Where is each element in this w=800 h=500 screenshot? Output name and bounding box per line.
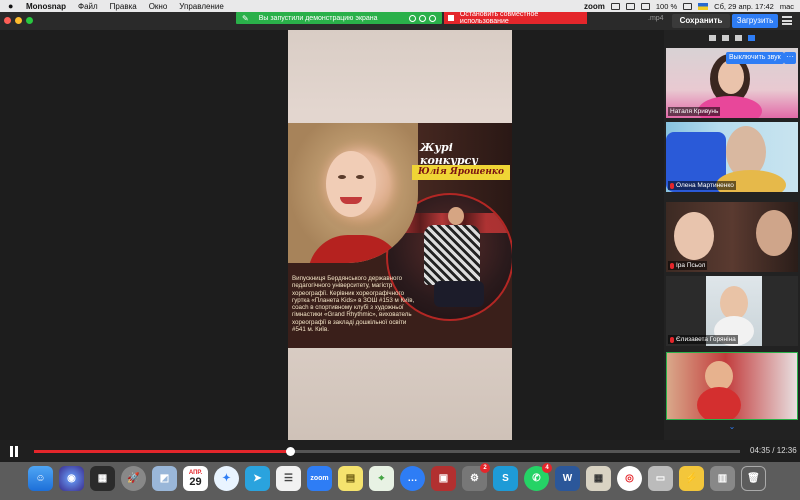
stop-share-button[interactable]: Остановить совместное использование — [444, 11, 587, 25]
safari-icon[interactable]: ✦ — [214, 466, 239, 491]
notification-badge: 2 — [480, 463, 490, 473]
battery-percent: 100 % — [655, 1, 678, 11]
participant-name: Іра Псьол — [668, 261, 708, 270]
view-option-1-icon[interactable] — [709, 35, 716, 41]
reminders-icon[interactable]: ☰ — [276, 466, 301, 491]
seek-progress — [34, 450, 290, 453]
window-controls — [4, 17, 33, 24]
more-options-button[interactable]: ··· — [784, 52, 796, 64]
menu-edit[interactable]: Правка — [110, 2, 137, 11]
pause-icon[interactable] — [10, 446, 20, 457]
system-preferences-icon[interactable]: ⚙ 2 — [462, 463, 490, 491]
menu-bar: ● Monosnap Файл Правка Окно Управление z… — [0, 0, 800, 12]
save-button[interactable]: Сохранить — [672, 14, 730, 28]
share-controls — [409, 14, 436, 22]
launchpad-icon[interactable]: 🚀 — [121, 466, 146, 491]
mic-muted-icon — [670, 182, 674, 189]
seek-handle[interactable] — [285, 447, 295, 456]
clock[interactable]: Сб, 29 апр. 17:42 — [714, 2, 774, 11]
word-icon[interactable]: W — [555, 466, 580, 491]
preview-icon[interactable]: ◩ — [152, 466, 177, 491]
input-flag-icon[interactable] — [698, 2, 709, 10]
mic-muted-icon — [670, 262, 674, 269]
skype-icon[interactable]: S — [493, 466, 518, 491]
participants-panel: Выключить звук ··· Наталя Кривунь Олена … — [664, 30, 800, 440]
image-capture-icon[interactable]: ▭ — [648, 466, 673, 491]
view-option-3-icon[interactable] — [735, 35, 742, 41]
minimize-window-button[interactable] — [15, 17, 22, 24]
participant-name: Олена Мартиненко — [668, 181, 736, 190]
participant-tile[interactable]: Єлизавета Горяніна — [666, 276, 798, 346]
app-menu[interactable]: Monosnap — [26, 2, 66, 11]
menu-window[interactable]: Окно — [149, 2, 168, 11]
menu-control[interactable]: Управление — [179, 2, 223, 11]
participant-tile[interactable]: Іра Псьол — [666, 202, 798, 272]
dock: ☺ ◉ ▦ 🚀 ◩ АПР. 29 ✦ ➤ ☰ zoom ▤ ⌖ … ▣ ⚙ 2 S… — [0, 462, 800, 500]
jury-title: Журі конкурсу — [420, 141, 478, 167]
pin-icon[interactable]: ✎ — [242, 14, 249, 23]
view-option-2-icon[interactable] — [722, 35, 729, 41]
jury-name: Юлія Ярошенко — [412, 165, 510, 180]
close-window-button[interactable] — [4, 17, 11, 24]
view-switcher — [664, 30, 800, 46]
wifi-icon[interactable] — [640, 2, 650, 10]
window-toolbar: ✎ Вы запустили демонстрацию экрана Остан… — [0, 11, 800, 30]
participant-name: Наталя Кривунь — [668, 107, 721, 116]
share-banner-text: Вы запустили демонстрацию экрана — [258, 14, 378, 22]
stop-icon — [448, 15, 454, 21]
audio-share-icon[interactable] — [419, 14, 426, 22]
mic-muted-icon — [670, 336, 674, 343]
participant-tile[interactable]: Олена Мартиненко — [666, 122, 798, 192]
zoom-app-icon[interactable]: zoom — [307, 466, 332, 491]
jury-bio: Випускниця Бердянського державного педаг… — [292, 275, 415, 334]
file-extension: .mp4 — [648, 15, 664, 22]
telegram-icon[interactable]: ➤ — [245, 466, 270, 491]
battery-icon[interactable] — [683, 2, 693, 10]
portrait-photo — [288, 123, 418, 263]
screen-share-banner: ✎ Вы запустили демонстрацию экрана — [236, 12, 442, 24]
menu-file[interactable]: Файл — [78, 2, 98, 11]
mission-control-icon[interactable]: ▦ — [90, 466, 115, 491]
whatsapp-icon[interactable]: ✆ 4 — [524, 463, 552, 491]
player-controls: 04:35 / 12:36 — [0, 440, 800, 462]
seek-bar[interactable] — [34, 447, 740, 456]
finder-icon[interactable]: ☺ — [28, 466, 53, 491]
gallery-view-icon[interactable] — [748, 35, 755, 41]
notification-badge: 4 — [542, 463, 552, 473]
mute-button[interactable]: Выключить звук — [726, 52, 784, 64]
chrome-icon[interactable]: ◎ — [617, 466, 642, 491]
scroll-down-icon[interactable]: ⌄ — [664, 422, 800, 432]
user-name[interactable]: mac — [780, 2, 794, 11]
photo-booth-icon[interactable]: ▣ — [431, 466, 456, 491]
menu-icon[interactable] — [782, 16, 792, 25]
time-display: 04:35 / 12:36 — [750, 446, 797, 455]
participant-tile-active[interactable] — [666, 352, 798, 420]
display-icon[interactable] — [625, 2, 635, 10]
messages-icon[interactable]: … — [400, 466, 425, 491]
monosnap-icon[interactable]: ⚡ — [679, 466, 704, 491]
video-area[interactable]: Журі конкурсу Юлія Ярошенко Випускниця Б… — [0, 30, 664, 440]
stop-share-label: Остановить совместное использование — [459, 11, 539, 25]
apple-icon[interactable]: ● — [8, 1, 18, 11]
jury-poster: Журі конкурсу Юлія Ярошенко Випускниця Б… — [288, 123, 512, 348]
status-area: zoom 100 % Сб, 29 апр. 17:42 mac — [584, 0, 794, 12]
maximize-window-button[interactable] — [26, 17, 33, 24]
notes-icon[interactable]: ▤ — [338, 466, 363, 491]
calculator-icon[interactable]: ▦ — [586, 466, 611, 491]
shield-icon[interactable] — [429, 14, 436, 22]
participant-tile[interactable]: Выключить звук ··· Наталя Кривунь — [666, 48, 798, 118]
calendar-icon[interactable]: АПР. 29 — [183, 466, 208, 491]
zoom-status-label[interactable]: zoom — [584, 2, 605, 11]
screen-icon[interactable] — [610, 2, 620, 10]
pause-share-icon[interactable] — [409, 14, 416, 22]
downloads-icon[interactable]: ▥ — [710, 466, 735, 491]
video-frame: Журі конкурсу Юлія Ярошенко Випускниця Б… — [288, 30, 512, 440]
trash-icon[interactable]: 🗑 — [741, 466, 766, 491]
participant-name: Єлизавета Горяніна — [668, 335, 738, 344]
upload-button[interactable]: Загрузить — [732, 14, 778, 28]
siri-icon[interactable]: ◉ — [59, 466, 84, 491]
maps-icon[interactable]: ⌖ — [369, 466, 394, 491]
